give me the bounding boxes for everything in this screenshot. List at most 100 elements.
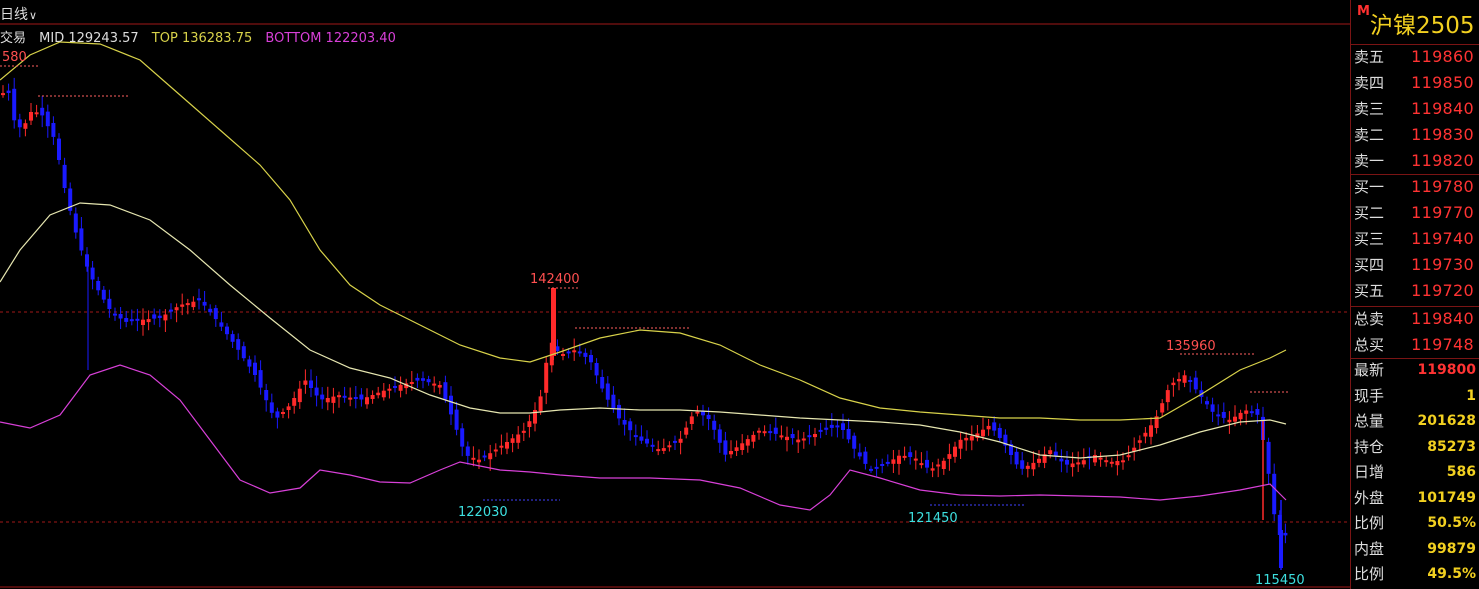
candle-body	[96, 281, 101, 291]
stat-label: 日增	[1354, 463, 1385, 481]
candle-body	[309, 380, 313, 388]
candle-body	[225, 326, 229, 335]
candle-body	[124, 318, 129, 322]
ask-row[interactable]: 卖四 119850	[1351, 70, 1479, 96]
candle-body	[359, 394, 364, 400]
candle-body	[90, 267, 95, 280]
bid-row[interactable]: 买四 119730	[1351, 252, 1479, 278]
ask-row[interactable]: 卖一 119820	[1351, 148, 1479, 174]
candle-body	[1160, 403, 1165, 413]
stat-row: 持仓 85273	[1351, 435, 1479, 461]
market-badge: M	[1357, 4, 1370, 19]
candle-body	[930, 468, 935, 471]
bid-label: 买三	[1354, 230, 1385, 248]
candle-body	[107, 298, 112, 309]
quote-panel: M 沪镍2505 卖五 119860 卖四 119850 卖三 119840 卖二 11…	[1350, 0, 1479, 589]
candle-body	[129, 319, 134, 322]
candle-body	[813, 434, 817, 438]
ask-row[interactable]: 卖三 119840	[1351, 96, 1479, 122]
candle-body	[650, 444, 655, 447]
peak-label: 135960	[1166, 339, 1216, 354]
stat-label: 持仓	[1354, 437, 1385, 456]
candle-body	[202, 301, 207, 306]
candle-body	[605, 383, 610, 400]
instrument-name: 沪镍2505	[1370, 13, 1475, 39]
candle-body	[762, 431, 767, 434]
instrument-header[interactable]: M 沪镍2505	[1351, 0, 1479, 44]
candle-body	[152, 314, 157, 319]
stat-row: 总量 201628	[1351, 409, 1479, 435]
indicator-legend: 交易 MID 129243.57 TOP 136283.75 BOTTOM 12…	[0, 27, 405, 46]
period-selector[interactable]: 日线∨	[0, 4, 37, 24]
ask-label: 卖三	[1354, 100, 1385, 118]
kline-chart[interactable]: 580 142400 122030 121450 135960 115450 日线∨ 交易…	[0, 0, 1350, 589]
candle-body	[639, 436, 644, 441]
candle-body	[992, 422, 997, 431]
candle-body	[353, 397, 358, 399]
candle-body	[365, 397, 369, 405]
candle-body	[628, 421, 633, 431]
candle-body	[689, 416, 694, 424]
candle-body	[544, 362, 549, 393]
candle-body	[163, 314, 168, 321]
candle-body	[757, 430, 761, 433]
candle-body	[303, 380, 308, 385]
candle-body	[29, 112, 33, 121]
stat-value: 49.5%	[1427, 566, 1476, 582]
bid-row[interactable]: 买五 119720	[1351, 278, 1479, 304]
candle-body	[589, 355, 593, 363]
candle-body	[1098, 457, 1103, 460]
candle-body	[264, 390, 269, 401]
candle-body	[561, 354, 565, 356]
candle-body	[723, 440, 728, 455]
candle-body	[1048, 450, 1053, 455]
candle-body	[185, 303, 190, 306]
stat-label: 外盘	[1354, 488, 1385, 507]
candle-body	[1070, 463, 1075, 468]
candle-body	[913, 458, 918, 461]
stat-row: 现手 1	[1351, 384, 1479, 410]
chart-toolbar: 日线∨	[0, 0, 1350, 24]
bid-price: 119720	[1411, 281, 1474, 300]
total-value: 119748	[1411, 335, 1474, 354]
candle-body	[740, 443, 745, 450]
candle-body	[426, 379, 431, 383]
candle-body	[1216, 414, 1221, 417]
stat-row: 最新 119800	[1351, 358, 1479, 384]
legend-trade: 交易	[0, 31, 27, 46]
low-label: 115450	[1255, 573, 1305, 588]
candle-body	[421, 378, 425, 381]
candle-body	[292, 398, 297, 406]
bid-row[interactable]: 买二 119770	[1351, 200, 1479, 226]
bid-price: 119770	[1411, 203, 1474, 222]
candlestick-plot[interactable]: 580 142400 122030 121450 135960 115450	[0, 0, 1350, 589]
candle-body	[348, 397, 353, 400]
candle-body	[443, 382, 448, 400]
candle-body	[253, 362, 257, 375]
low-label: 122030	[458, 505, 508, 520]
ask-book: 卖五 119860 卖四 119850 卖三 119840 卖二 119830 卖一 11…	[1351, 44, 1479, 174]
ask-row[interactable]: 卖二 119830	[1351, 122, 1479, 148]
total-row: 总买 119748	[1351, 332, 1479, 358]
candle-body	[180, 304, 185, 307]
candle-body	[908, 452, 913, 457]
ask-label: 卖一	[1354, 152, 1385, 170]
candle-body	[275, 411, 280, 418]
candle-body	[247, 359, 252, 367]
candle-body	[1126, 455, 1131, 458]
candle-body	[342, 395, 347, 398]
candle-body	[734, 447, 739, 451]
ask-row[interactable]: 卖五 119860	[1351, 44, 1479, 70]
candle-body	[785, 436, 789, 441]
candle-body	[902, 455, 907, 458]
candle-body	[1272, 473, 1277, 515]
bid-row[interactable]: 买三 119740	[1351, 226, 1479, 252]
ask-label: 卖五	[1354, 48, 1385, 66]
candle-body	[617, 404, 621, 419]
candle-body	[381, 390, 386, 398]
candle-body	[1053, 451, 1058, 456]
candle-body	[197, 298, 201, 301]
candle-body	[1205, 401, 1209, 405]
bid-row[interactable]: 买一 119780	[1351, 174, 1479, 200]
candle-body	[600, 377, 605, 389]
